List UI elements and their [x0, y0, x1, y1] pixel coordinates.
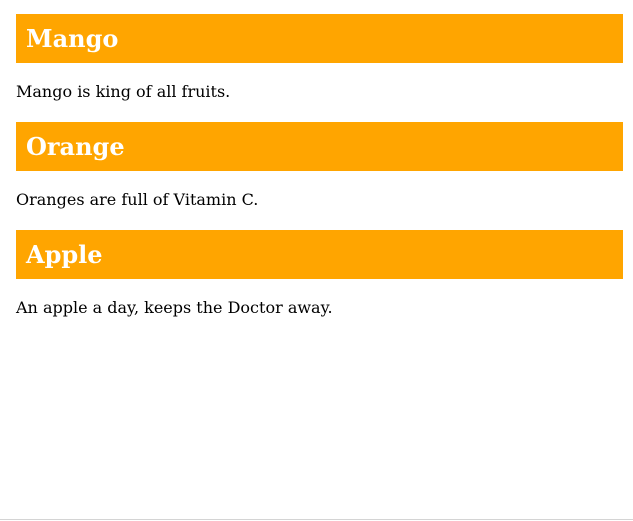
- bottom-divider: [0, 519, 633, 520]
- section-text-apple: An apple a day, keeps the Doctor away.: [16, 298, 333, 317]
- section-text-mango: Mango is king of all fruits.: [16, 82, 231, 101]
- section-heading-mango: Mango: [16, 14, 623, 63]
- section-text-orange: Oranges are full of Vitamin C.: [16, 190, 259, 209]
- section-mango: Mango Mango is king of all fruits.: [16, 14, 623, 109]
- fruit-list: Mango Mango is king of all fruits. Orang…: [16, 14, 623, 338]
- section-heading-apple: Apple: [16, 230, 623, 279]
- section-heading-orange: Orange: [16, 122, 623, 171]
- section-orange: Orange Oranges are full of Vitamin C.: [16, 122, 623, 217]
- section-apple: Apple An apple a day, keeps the Doctor a…: [16, 230, 623, 325]
